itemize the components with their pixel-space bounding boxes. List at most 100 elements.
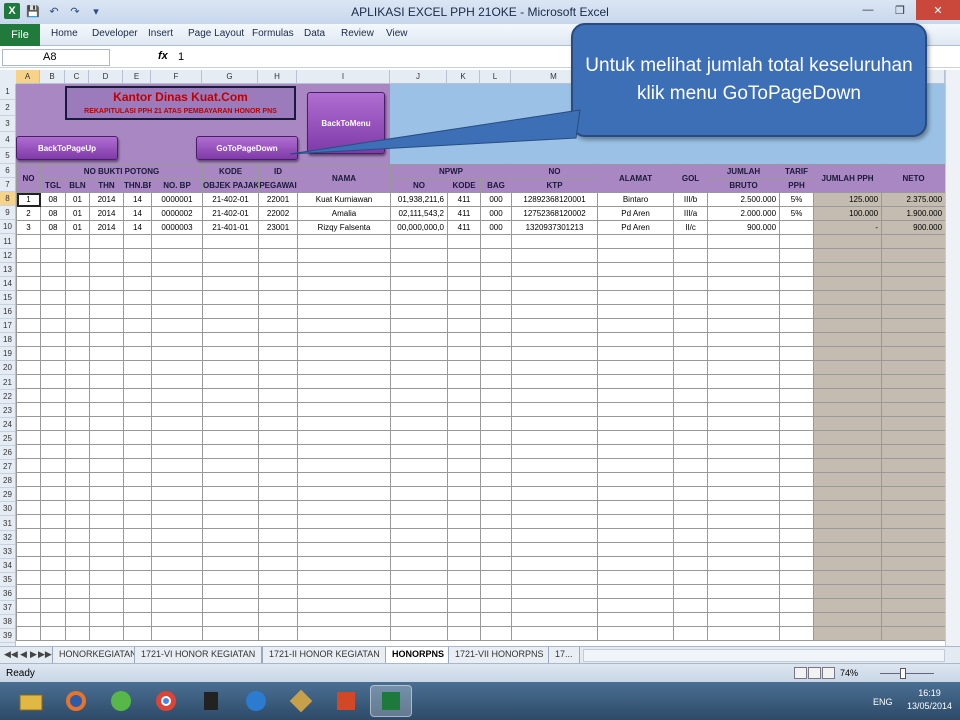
row-header[interactable]: 37	[0, 601, 15, 616]
table-cell[interactable]	[65, 626, 90, 641]
table-cell[interactable]	[480, 542, 513, 557]
table-cell[interactable]	[673, 360, 709, 375]
table-cell[interactable]	[89, 542, 124, 557]
table-cell[interactable]: 000	[480, 220, 513, 235]
table-cell[interactable]	[511, 262, 599, 277]
table-cell[interactable]	[480, 570, 513, 585]
table-cell[interactable]	[150, 318, 204, 333]
table-cell[interactable]	[447, 528, 482, 543]
table-cell[interactable]	[89, 486, 124, 501]
row-header[interactable]: 4	[0, 132, 15, 148]
table-cell[interactable]	[150, 332, 204, 347]
row-header[interactable]: 1	[0, 84, 15, 100]
table-cell[interactable]	[123, 262, 152, 277]
table-cell[interactable]	[511, 486, 599, 501]
table-cell[interactable]	[89, 234, 124, 249]
row-header[interactable]: 21	[0, 376, 15, 390]
table-cell[interactable]	[511, 388, 599, 403]
table-cell[interactable]	[150, 514, 204, 529]
file-explorer-icon[interactable]	[10, 685, 52, 717]
table-cell[interactable]	[390, 248, 449, 263]
row-header[interactable]: 34	[0, 559, 15, 573]
column-header[interactable]: I	[297, 70, 390, 84]
table-cell[interactable]: Amalia	[297, 206, 392, 221]
table-cell[interactable]	[673, 430, 709, 445]
table-cell[interactable]	[779, 584, 815, 599]
sheet-tab-more[interactable]: 17...	[548, 647, 580, 663]
minimize-icon[interactable]: —	[852, 0, 884, 20]
table-cell[interactable]	[480, 248, 513, 263]
table-cell[interactable]	[881, 262, 945, 277]
row-header[interactable]: 30	[0, 502, 15, 517]
table-cell[interactable]	[813, 388, 883, 403]
table-cell[interactable]	[707, 262, 781, 277]
table-cell[interactable]	[40, 234, 66, 249]
table-cell[interactable]	[881, 570, 945, 585]
table-cell[interactable]	[707, 598, 781, 613]
table-cell[interactable]	[123, 332, 152, 347]
table-cell[interactable]	[881, 388, 945, 403]
table-cell[interactable]	[673, 556, 709, 571]
table-cell[interactable]	[447, 472, 482, 487]
table-cell[interactable]	[65, 486, 90, 501]
table-cell[interactable]	[597, 612, 675, 627]
table-cell[interactable]	[258, 556, 299, 571]
table-cell[interactable]	[202, 444, 260, 459]
table-cell[interactable]	[65, 276, 90, 291]
table-cell[interactable]	[390, 360, 449, 375]
column-header[interactable]: G	[202, 70, 258, 84]
table-cell[interactable]	[447, 500, 482, 515]
table-cell[interactable]	[297, 598, 392, 613]
table-cell[interactable]	[40, 430, 66, 445]
table-cell[interactable]	[813, 570, 883, 585]
table-cell[interactable]	[673, 542, 709, 557]
table-cell[interactable]	[123, 430, 152, 445]
table-cell[interactable]	[40, 416, 66, 431]
table-cell[interactable]: Kuat Kurniawan	[297, 192, 392, 207]
table-cell[interactable]	[258, 528, 299, 543]
table-cell[interactable]	[65, 388, 90, 403]
table-cell[interactable]	[297, 262, 392, 277]
row-header[interactable]: 39	[0, 629, 15, 644]
table-cell[interactable]	[779, 374, 815, 389]
insert-function-icon[interactable]: fx	[158, 50, 168, 62]
table-cell[interactable]	[597, 402, 675, 417]
table-cell[interactable]: 2014	[89, 192, 124, 207]
table-cell[interactable]	[202, 528, 260, 543]
table-cell[interactable]	[597, 346, 675, 361]
table-cell[interactable]	[258, 598, 299, 613]
table-cell[interactable]	[813, 234, 883, 249]
table-cell[interactable]	[65, 332, 90, 347]
table-cell[interactable]	[390, 584, 449, 599]
table-cell[interactable]	[40, 332, 66, 347]
column-header[interactable]: E	[123, 70, 151, 84]
table-cell[interactable]	[447, 458, 482, 473]
table-cell[interactable]	[89, 290, 124, 305]
table-cell[interactable]	[881, 346, 945, 361]
app-tools-icon[interactable]	[280, 685, 322, 717]
row-header[interactable]: 13	[0, 263, 15, 277]
table-cell[interactable]	[123, 248, 152, 263]
table-cell[interactable]	[150, 276, 204, 291]
table-cell[interactable]	[597, 360, 675, 375]
table-cell[interactable]	[202, 458, 260, 473]
table-cell[interactable]	[480, 276, 513, 291]
table-cell[interactable]	[390, 332, 449, 347]
table-cell[interactable]	[447, 430, 482, 445]
table-cell[interactable]	[673, 304, 709, 319]
table-cell[interactable]	[40, 542, 66, 557]
table-cell[interactable]	[40, 304, 66, 319]
horizontal-scrollbar[interactable]	[583, 649, 945, 662]
table-cell[interactable]	[40, 276, 66, 291]
table-cell[interactable]	[597, 514, 675, 529]
table-cell[interactable]: 08	[40, 206, 66, 221]
table-cell[interactable]	[258, 374, 299, 389]
table-cell[interactable]	[123, 416, 152, 431]
table-cell[interactable]	[813, 360, 883, 375]
table-cell[interactable]	[16, 444, 41, 459]
table-cell[interactable]	[297, 332, 392, 347]
table-cell[interactable]	[89, 598, 124, 613]
table-cell[interactable]	[202, 346, 260, 361]
table-cell[interactable]	[813, 262, 883, 277]
table-cell[interactable]	[65, 416, 90, 431]
